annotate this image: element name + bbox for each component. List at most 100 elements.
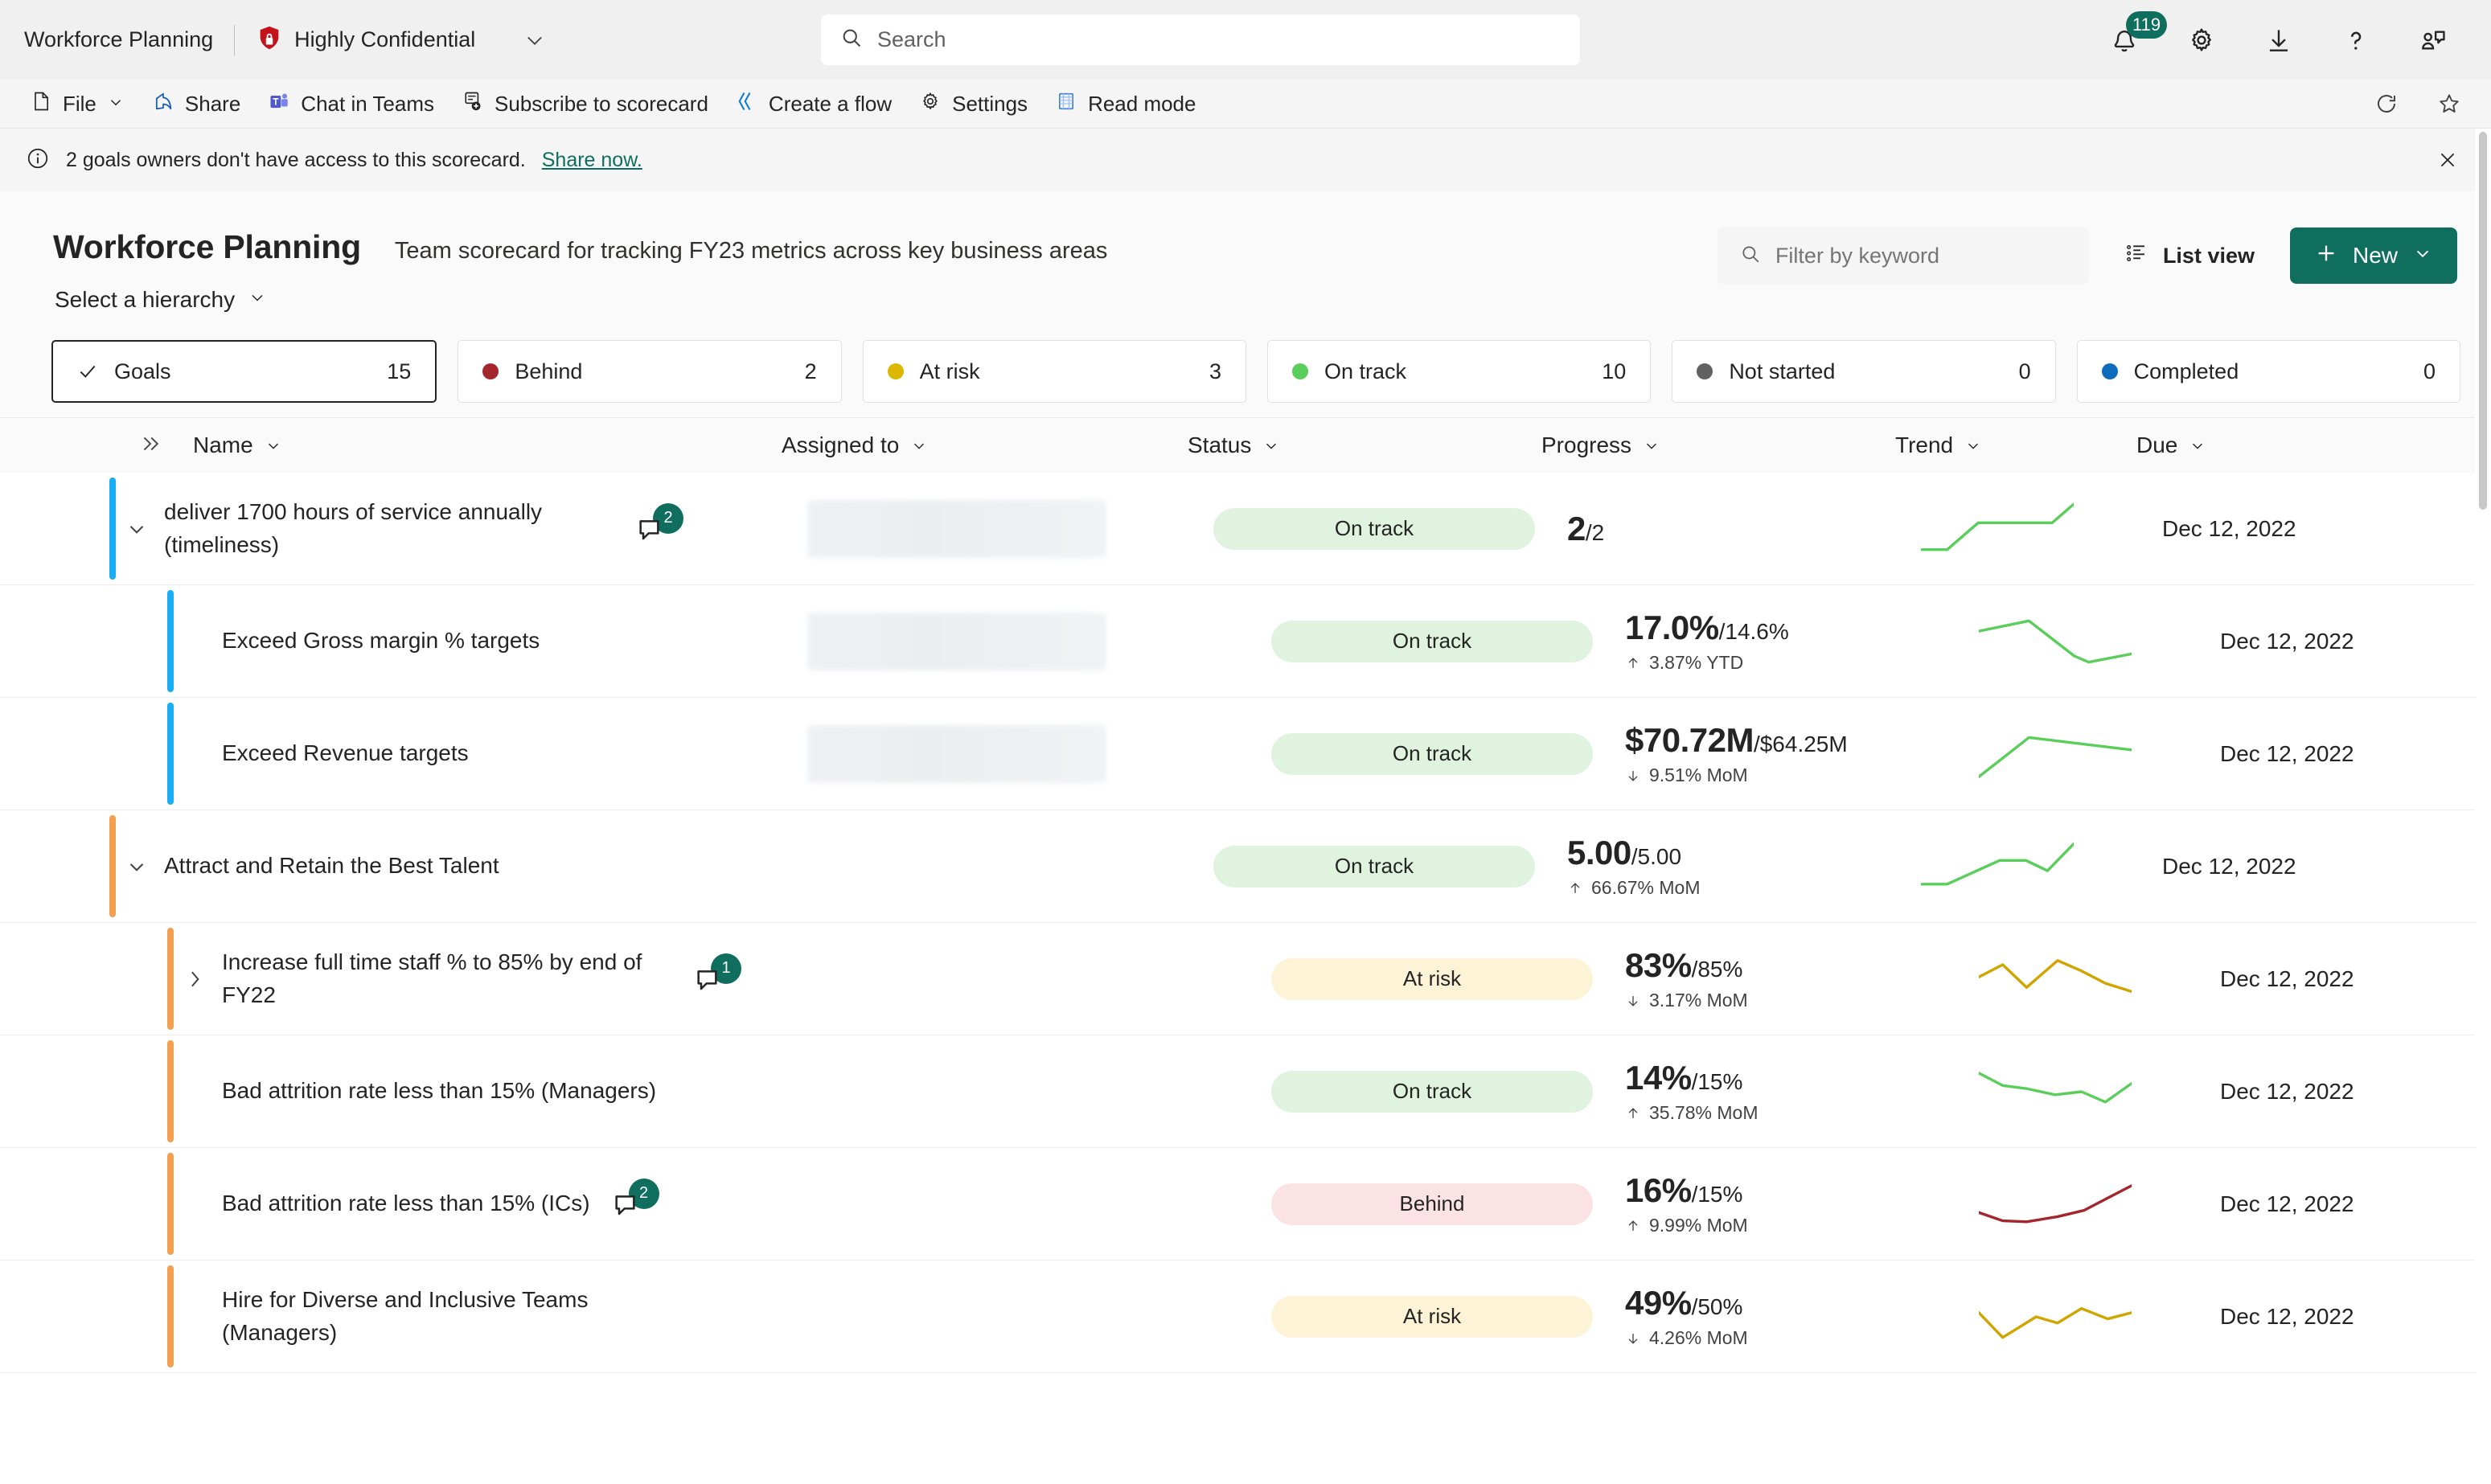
column-header-progress[interactable]: Progress: [1541, 432, 1895, 458]
assignee-avatar[interactable]: [807, 612, 1106, 670]
notifications-button[interactable]: 119: [2086, 0, 2168, 80]
settings-button[interactable]: Settings: [905, 84, 1041, 123]
assignee-avatar[interactable]: [807, 499, 1106, 558]
vertical-scrollbar[interactable]: [2475, 129, 2491, 1484]
due-date-cell[interactable]: Dec 12, 2022: [2220, 1035, 2461, 1147]
status-cell[interactable]: Behind: [1271, 1148, 1625, 1260]
trend-cell[interactable]: [1979, 1148, 2220, 1260]
due-date-cell[interactable]: Dec 12, 2022: [2162, 473, 2403, 584]
trend-cell[interactable]: [1921, 473, 2162, 584]
chevron-down-icon[interactable]: [109, 473, 164, 584]
search-input[interactable]: [877, 27, 1561, 52]
status-badge[interactable]: Behind: [1271, 1183, 1593, 1225]
trend-cell[interactable]: [1921, 810, 2162, 922]
chevron-down-icon[interactable]: [519, 24, 551, 56]
due-date-cell[interactable]: Dec 12, 2022: [2220, 585, 2461, 697]
due-date-cell[interactable]: Dec 12, 2022: [2220, 923, 2461, 1035]
chevron-down-icon[interactable]: [109, 810, 164, 922]
list-view-toggle[interactable]: List view: [2115, 230, 2264, 281]
expand-all-icon[interactable]: [138, 432, 162, 460]
share-now-link[interactable]: Share now.: [542, 149, 642, 172]
table-row[interactable]: Bad attrition rate less than 15% (ICs) 2 B…: [0, 1148, 2491, 1261]
progress-cell[interactable]: 5.00/5.00 66.67% MoM: [1567, 810, 1921, 922]
new-button[interactable]: New: [2289, 228, 2457, 284]
keyword-filter-input[interactable]: [1775, 243, 2066, 269]
trend-cell[interactable]: [1979, 1035, 2220, 1147]
global-search-box[interactable]: [821, 14, 1580, 65]
status-filter-at-risk[interactable]: At risk 3: [862, 340, 1246, 403]
progress-cell[interactable]: 83%/85% 3.17% MoM: [1625, 923, 1979, 1035]
trend-cell[interactable]: [1979, 923, 2220, 1035]
comment-count-badge[interactable]: 2: [611, 1178, 663, 1230]
table-row[interactable]: Exceed Gross margin % targets On track 17.…: [0, 585, 2491, 698]
status-badge[interactable]: On track: [1271, 1070, 1593, 1113]
refresh-icon[interactable]: [2364, 83, 2409, 125]
status-cell[interactable]: At risk: [1271, 923, 1625, 1035]
table-row[interactable]: Bad attrition rate less than 15% (Manage…: [0, 1035, 2491, 1148]
goal-name-cell[interactable]: Bad attrition rate less than 15% (Manage…: [222, 1035, 807, 1147]
progress-cell[interactable]: $70.72M/$64.25M 9.51% MoM: [1625, 698, 1979, 810]
due-date-cell[interactable]: Dec 12, 2022: [2162, 810, 2403, 922]
goal-name-cell[interactable]: Exceed Revenue targets: [222, 698, 807, 810]
status-badge[interactable]: At risk: [1271, 1295, 1593, 1338]
comment-count-badge[interactable]: 1: [693, 953, 745, 1005]
hierarchy-picker[interactable]: Select a hierarchy: [0, 287, 267, 313]
download-icon[interactable]: [2240, 0, 2317, 80]
chevron-right-icon[interactable]: [167, 923, 222, 1035]
scrollbar-thumb[interactable]: [2479, 132, 2487, 510]
status-filter-not-started[interactable]: Not started 0: [1672, 340, 2056, 403]
status-badge[interactable]: On track: [1213, 845, 1535, 888]
status-badge[interactable]: At risk: [1271, 957, 1593, 1000]
comment-count-badge[interactable]: 2: [635, 502, 687, 555]
table-row[interactable]: Increase full time staff % to 85% by end…: [0, 923, 2491, 1035]
table-row[interactable]: Hire for Diverse and Inclusive Teams (Ma…: [0, 1261, 2491, 1373]
column-header-trend[interactable]: Trend: [1895, 432, 2136, 458]
due-date-cell[interactable]: Dec 12, 2022: [2220, 1148, 2461, 1260]
goal-name-cell[interactable]: Bad attrition rate less than 15% (ICs) 2: [222, 1148, 807, 1260]
create-a-flow-button[interactable]: Create a flow: [722, 84, 905, 123]
help-icon[interactable]: [2317, 0, 2395, 80]
column-header-due[interactable]: Due: [2136, 432, 2378, 458]
status-cell[interactable]: On track: [1271, 698, 1625, 810]
share-button[interactable]: Share: [138, 84, 254, 123]
status-filter-goals[interactable]: Goals 15: [51, 340, 437, 403]
file-menu-button[interactable]: File: [16, 84, 138, 123]
close-icon[interactable]: [2431, 144, 2464, 176]
status-filter-on-track[interactable]: On track 10: [1266, 340, 1652, 403]
status-badge[interactable]: On track: [1271, 732, 1593, 775]
table-row[interactable]: Exceed Revenue targets On track $70.72M/$6…: [0, 698, 2491, 810]
status-badge[interactable]: On track: [1213, 507, 1535, 550]
goal-name-cell[interactable]: deliver 1700 hours of service annually (…: [164, 473, 807, 584]
goal-name-cell[interactable]: Attract and Retain the Best Talent: [164, 810, 807, 922]
assignee-avatar[interactable]: [807, 724, 1106, 783]
feedback-icon[interactable]: [2395, 0, 2472, 80]
favorite-star-icon[interactable]: [2427, 83, 2472, 125]
status-cell[interactable]: On track: [1213, 473, 1567, 584]
due-date-cell[interactable]: Dec 12, 2022: [2220, 1261, 2461, 1372]
status-filter-completed[interactable]: Completed 0: [2076, 340, 2460, 403]
trend-cell[interactable]: [1979, 585, 2220, 697]
progress-cell[interactable]: 2/2: [1567, 473, 1921, 584]
table-row[interactable]: deliver 1700 hours of service annually (…: [0, 473, 2491, 585]
progress-cell[interactable]: 14%/15% 35.78% MoM: [1625, 1035, 1979, 1147]
trend-cell[interactable]: [1979, 1261, 2220, 1372]
trend-cell[interactable]: [1979, 698, 2220, 810]
progress-cell[interactable]: 49%/50% 4.26% MoM: [1625, 1261, 1979, 1372]
progress-cell[interactable]: 16%/15% 9.99% MoM: [1625, 1148, 1979, 1260]
status-cell[interactable]: On track: [1271, 585, 1625, 697]
status-cell[interactable]: On track: [1271, 1035, 1625, 1147]
chat-in-teams-button[interactable]: Chat in Teams: [254, 84, 448, 123]
column-header-assigned-to[interactable]: Assigned to: [782, 432, 1188, 458]
progress-cell[interactable]: 17.0%/14.6% 3.87% YTD: [1625, 585, 1979, 697]
sensitivity-label-button[interactable]: Highly Confidential: [256, 24, 475, 55]
column-header-status[interactable]: Status: [1188, 432, 1541, 458]
goal-name-cell[interactable]: Hire for Diverse and Inclusive Teams (Ma…: [222, 1261, 807, 1372]
gear-icon[interactable]: [2163, 0, 2240, 80]
keyword-filter-box[interactable]: [1717, 227, 2089, 285]
subscribe-to-scorecard-button[interactable]: Subscribe to scorecard: [448, 84, 722, 123]
goal-name-cell[interactable]: Increase full time staff % to 85% by end…: [222, 923, 807, 1035]
status-cell[interactable]: At risk: [1271, 1261, 1625, 1372]
read-mode-button[interactable]: Read mode: [1041, 84, 1209, 123]
status-cell[interactable]: On track: [1213, 810, 1567, 922]
due-date-cell[interactable]: Dec 12, 2022: [2220, 698, 2461, 810]
